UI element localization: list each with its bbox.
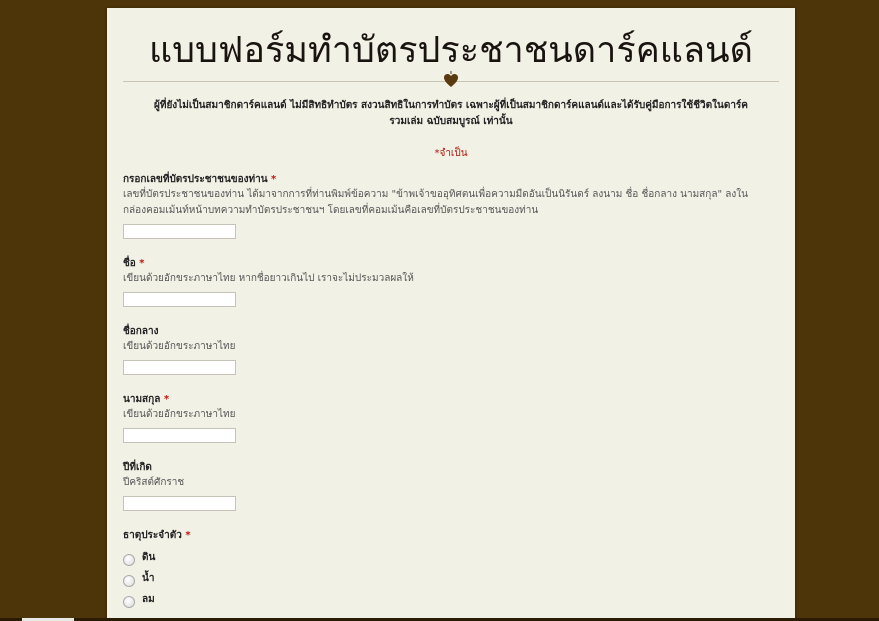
question-last-name: นามสกุล * เขียนด้วยอักขระภาษาไทย <box>107 393 795 443</box>
required-star: * <box>271 174 277 185</box>
first-name-input[interactable] <box>123 292 236 307</box>
question-birth-year: ปีที่เกิด ปีคริสต์ศักราช <box>107 461 795 511</box>
question-label: ปีที่เกิด <box>123 462 152 473</box>
radio-label: ดิน <box>142 552 156 563</box>
form-title: แบบฟอร์มทำบัตรประชาชนดาร์คแลนด์ <box>148 30 754 71</box>
form-sheet: แบบฟอร์มทำบัตรประชาชนดาร์คแลนด์ ผู้ที่ยั… <box>107 8 795 621</box>
radio-button[interactable] <box>123 574 135 587</box>
question-help: เขียนด้วยอักขระภาษาไทย หากชื่อยาวเกินไป … <box>123 273 414 284</box>
question-label: ชื่อ <box>123 258 136 269</box>
heart-ornament-icon <box>442 71 460 89</box>
radio-option-earth[interactable]: ดิน <box>123 547 795 568</box>
question-element: ธาตุประจำตัว * ดิน น้ำ ลม <box>107 529 795 610</box>
form-description: ผู้ที่ยังไม่เป็นสมาชิกดาร์คแลนด์ ไม่มีสิ… <box>154 100 748 127</box>
required-star: * <box>163 394 170 405</box>
question-label: กรอกเลขที่บัตรประชาชนของท่าน <box>123 174 268 185</box>
question-label: ธาตุประจำตัว <box>123 530 182 541</box>
question-label: นามสกุล <box>123 394 161 405</box>
radio-label: ลม <box>142 594 155 605</box>
radio-button[interactable] <box>123 553 135 566</box>
radio-label: น้ำ <box>142 573 155 584</box>
question-help: เลขที่บัตรประชาชนของท่าน ได้มาจากการที่ท… <box>123 189 748 216</box>
question-label: ชื่อกลาง <box>123 326 159 337</box>
radio-option-wind[interactable]: ลม <box>123 589 795 610</box>
required-star: * <box>185 530 191 541</box>
id-number-input[interactable] <box>123 224 236 239</box>
radio-option-water[interactable]: น้ำ <box>123 568 795 589</box>
required-star: * <box>139 258 145 269</box>
question-help: เขียนด้วยอักขระภาษาไทย <box>123 409 236 420</box>
question-middle-name: ชื่อกลาง เขียนด้วยอักขระภาษาไทย <box>107 325 795 375</box>
question-help: เขียนด้วยอักขระภาษาไทย <box>123 341 236 352</box>
question-help: ปีคริสต์ศักราช <box>123 477 185 488</box>
question-id-number: กรอกเลขที่บัตรประชาชนของท่าน * เลขที่บัต… <box>107 173 795 239</box>
last-name-input[interactable] <box>123 428 236 443</box>
title-divider <box>123 71 779 87</box>
radio-button[interactable] <box>123 595 135 608</box>
required-note: *จำเป็น <box>434 148 468 159</box>
birth-year-input[interactable] <box>123 496 236 511</box>
middle-name-input[interactable] <box>123 360 236 375</box>
question-first-name: ชื่อ * เขียนด้วยอักขระภาษาไทย หากชื่อยาว… <box>107 257 795 307</box>
